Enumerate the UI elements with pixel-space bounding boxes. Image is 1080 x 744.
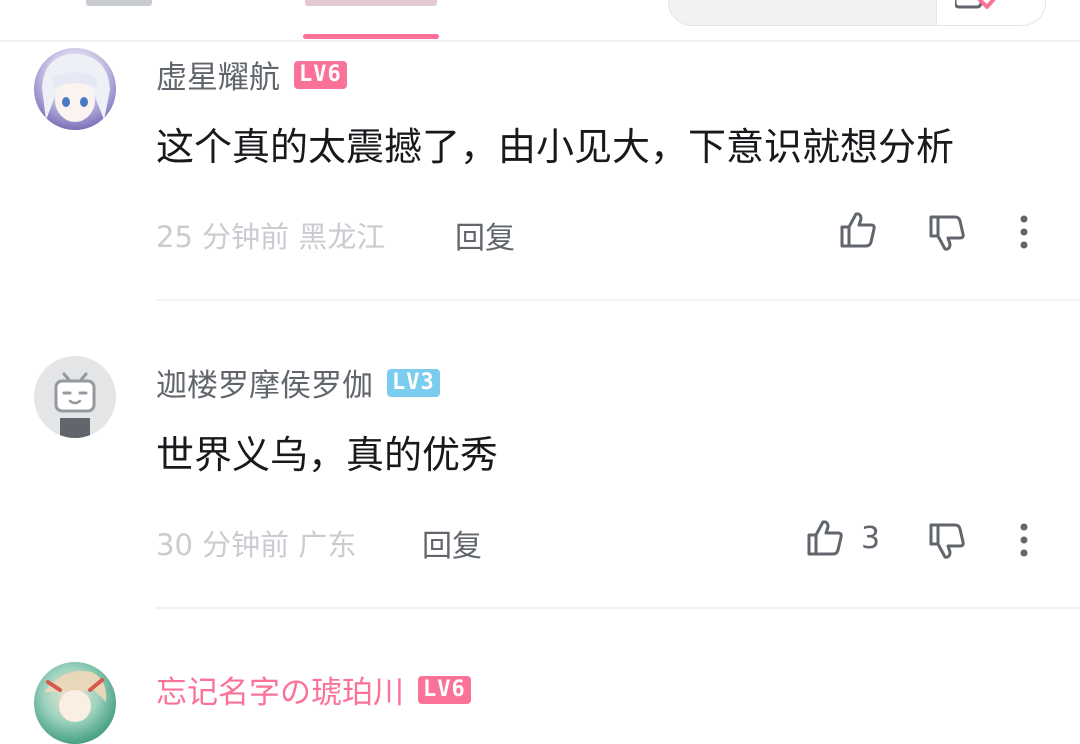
like-button[interactable]: 3 (805, 518, 880, 558)
username-row: 虚星耀航 LV6 (156, 52, 347, 97)
comment-text: 世界义乌，真的优秀 (156, 433, 499, 477)
more-vertical-icon (1020, 523, 1028, 557)
username-row: 忘记名字の琥珀川 LV6 (156, 667, 471, 712)
username-row: 迦楼罗摩侯罗伽 LV3 (156, 360, 440, 405)
reply-button[interactable]: 回复 (455, 213, 515, 257)
dislike-button[interactable] (927, 213, 967, 253)
thumbs-down-icon (929, 523, 965, 559)
comment-time: 30 分钟前 (156, 528, 290, 562)
comment-meta: 25 分钟前 黑龙江 (156, 214, 385, 256)
more-options-button[interactable] (1014, 522, 1034, 558)
comment-location: 广东 (298, 528, 357, 562)
username[interactable]: 迦楼罗摩侯罗伽 (156, 360, 373, 405)
like-count: 3 (861, 520, 881, 556)
tab-partial[interactable] (86, 0, 152, 6)
thumbs-up-icon (840, 212, 876, 248)
dislike-button[interactable] (927, 521, 967, 561)
comment-search-box[interactable] (668, 0, 1046, 26)
username[interactable]: 忘记名字の琥珀川 (156, 667, 404, 712)
comment-text: 这个真的太震撼了，由小见大，下意识就想分析 (156, 125, 955, 169)
more-options-button[interactable] (1014, 214, 1034, 250)
check-icon[interactable] (955, 0, 1005, 15)
active-tab-indicator (303, 34, 439, 39)
more-vertical-icon (1020, 215, 1028, 249)
username[interactable]: 虚星耀航 (156, 52, 280, 97)
thumbs-up-icon (807, 520, 843, 556)
tab-comments-partial[interactable] (305, 0, 437, 6)
comment-meta: 30 分钟前 广东 (156, 522, 356, 564)
thumbs-down-icon (929, 215, 965, 251)
comment-location: 黑龙江 (298, 220, 386, 254)
anime-avatar-icon (44, 670, 107, 722)
reply-button[interactable]: 回复 (422, 521, 482, 565)
avatar[interactable] (34, 48, 116, 130)
avatar[interactable] (34, 662, 116, 744)
level-badge: LV6 (418, 675, 471, 704)
avatar[interactable] (34, 356, 116, 438)
like-button[interactable] (838, 210, 886, 250)
comment-divider (156, 607, 1080, 609)
comment-divider (156, 299, 1080, 301)
top-tab-bar (0, 0, 1080, 42)
anime-avatar-icon (42, 54, 110, 122)
level-badge: LV6 (294, 60, 347, 89)
default-tv-avatar-icon (54, 372, 96, 438)
level-badge: LV3 (387, 368, 440, 397)
comment-time: 25 分钟前 (156, 220, 290, 254)
